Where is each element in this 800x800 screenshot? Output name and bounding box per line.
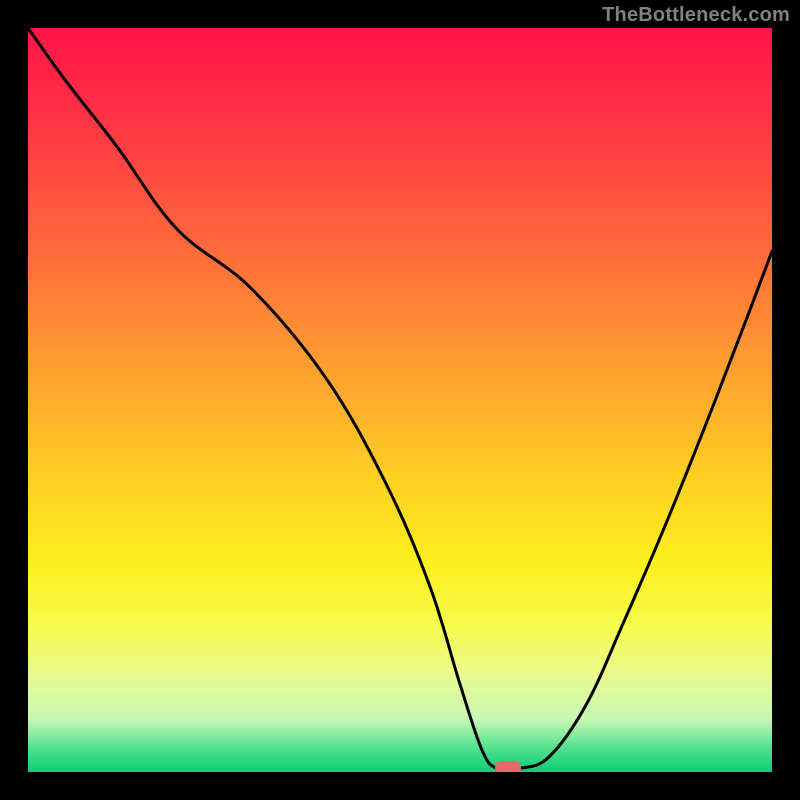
plot-area: [28, 28, 772, 772]
optimal-point-marker: [495, 761, 521, 772]
curve-layer: [28, 28, 772, 772]
bottleneck-chart: TheBottleneck.com: [0, 0, 800, 800]
bottleneck-curve-path: [28, 28, 772, 770]
attribution-label: TheBottleneck.com: [602, 4, 790, 27]
